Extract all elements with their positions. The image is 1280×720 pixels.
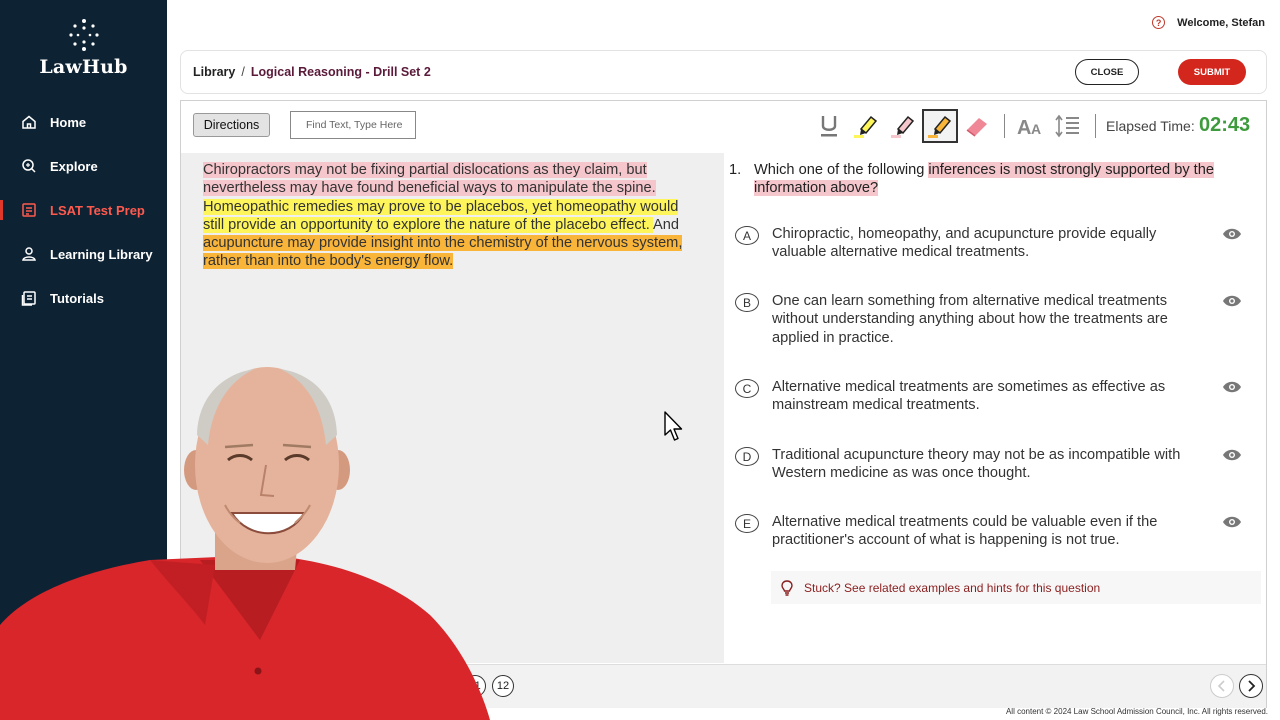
breadcrumb-separator: /	[241, 65, 245, 79]
answer-choice-d[interactable]: D Traditional acupuncture theory may not…	[735, 446, 1255, 483]
sidebar-item-label: Learning Library	[50, 246, 153, 262]
home-icon	[20, 113, 38, 131]
choice-text-a[interactable]: Chiropractic, homeopathy, and acupunctur…	[772, 225, 1202, 262]
question-stem-plain: Which one of the following	[754, 162, 929, 178]
elapsed-time-value: 02:43	[1199, 114, 1251, 136]
lightbulb-icon	[781, 579, 793, 596]
question-stem-text[interactable]: Which one of the following inferences is…	[754, 161, 1249, 198]
library-icon	[20, 245, 38, 263]
choice-text-c[interactable]: Alternative medical treatments are somet…	[772, 378, 1202, 415]
directions-button[interactable]: Directions	[193, 113, 270, 137]
logo-mark-icon	[68, 19, 99, 51]
sidebar-item-learning-library[interactable]: Learning Library	[0, 232, 167, 276]
underline-icon	[821, 116, 837, 137]
passage-plain: And	[653, 216, 679, 233]
svg-text:A: A	[1017, 117, 1031, 139]
sidebar-item-home[interactable]: Home	[0, 100, 167, 144]
eye-icon[interactable]	[1221, 378, 1243, 396]
test-prep-icon	[20, 201, 38, 219]
underline-tool[interactable]	[811, 109, 847, 143]
close-button[interactable]: CLOSE	[1075, 59, 1139, 85]
copyright-footer: All content © 2024 Law School Admission …	[1005, 707, 1268, 716]
choice-letter-d[interactable]: D	[735, 447, 759, 466]
choice-text-b[interactable]: One can learn something from alternative…	[772, 292, 1202, 347]
toolbar: Directions AA	[181, 101, 1266, 151]
mouse-cursor-icon	[664, 411, 683, 441]
welcome-text: Welcome, Stefan	[1177, 16, 1265, 29]
text-size-tool[interactable]: AA	[1013, 109, 1049, 143]
compass-icon	[20, 157, 38, 175]
passage-highlight-orange[interactable]: acupuncture may provide insight into the…	[203, 235, 683, 270]
next-question-button[interactable]	[1239, 674, 1263, 698]
choice-letter-a[interactable]: A	[735, 226, 759, 245]
choice-letter-b[interactable]: B	[735, 293, 759, 312]
header-bar: Library / Logical Reasoning - Drill Set 2 …	[180, 50, 1267, 94]
choice-text-e[interactable]: Alternative medical treatments could be …	[772, 513, 1202, 550]
elapsed-time-label: Elapsed Time:	[1106, 118, 1195, 134]
welcome-area: ? Welcome, Stefan	[1152, 16, 1265, 29]
highlight-yellow-tool[interactable]	[848, 109, 884, 143]
question-bubble-12[interactable]: 12	[492, 675, 514, 697]
eraser-icon	[966, 118, 987, 137]
breadcrumb: Library / Logical Reasoning - Drill Set 2	[193, 65, 431, 79]
breadcrumb-current: Logical Reasoning - Drill Set 2	[250, 65, 431, 79]
lawhub-logo[interactable]: LawHub	[0, 18, 167, 78]
highlight-pink-tool[interactable]	[885, 109, 921, 143]
tutorials-icon	[20, 289, 38, 307]
sidebar-nav: Home Explore LSAT Test Prep Learning Lib…	[0, 100, 167, 320]
eye-icon[interactable]	[1221, 225, 1243, 243]
breadcrumb-library-link[interactable]: Library	[193, 65, 235, 79]
presenter-video	[0, 367, 490, 720]
toolbar-separator	[1095, 114, 1096, 138]
submit-button[interactable]: SUBMIT	[1178, 59, 1246, 85]
passage-highlight-yellow[interactable]: Homeopathic remedies may prove to be pla…	[203, 198, 679, 233]
passage-highlight-pink[interactable]: Chiropractors may not be fixing partial …	[203, 162, 656, 197]
choice-text-d[interactable]: Traditional acupuncture theory may not b…	[772, 446, 1202, 483]
yellow-highlighter-icon	[854, 115, 878, 138]
sidebar-item-lsat-test-prep[interactable]: LSAT Test Prep	[0, 188, 167, 232]
sidebar-item-tutorials[interactable]: Tutorials	[0, 276, 167, 320]
answer-choice-b[interactable]: B One can learn something from alternati…	[735, 292, 1255, 347]
eraser-tool[interactable]	[959, 109, 995, 143]
choice-letter-c[interactable]: C	[735, 379, 759, 398]
sidebar-item-label: Tutorials	[50, 290, 104, 306]
sidebar-item-explore[interactable]: Explore	[0, 144, 167, 188]
chevron-left-icon	[1217, 680, 1225, 692]
eye-icon[interactable]	[1221, 292, 1243, 310]
hint-text: Stuck? See related examples and hints fo…	[804, 580, 1101, 595]
question-pane: 1. Which one of the following inferences…	[725, 153, 1266, 663]
svg-text:A: A	[1031, 121, 1041, 137]
sidebar-item-label: Explore	[50, 158, 98, 174]
eye-icon[interactable]	[1221, 446, 1243, 464]
text-size-icon: AA	[1017, 117, 1041, 139]
annotation-tools: AA	[811, 109, 1104, 143]
orange-highlighter-icon	[928, 115, 952, 138]
sidebar-item-label: LSAT Test Prep	[50, 202, 145, 218]
pink-highlighter-icon	[891, 115, 915, 138]
eye-icon[interactable]	[1221, 513, 1243, 531]
help-icon[interactable]: ?	[1152, 16, 1166, 29]
highlight-orange-tool[interactable]	[922, 109, 958, 143]
find-text-input[interactable]	[290, 111, 416, 139]
sidebar-item-label: Home	[50, 114, 87, 130]
question-stem: 1. Which one of the following inferences…	[729, 161, 1249, 198]
previous-question-button[interactable]	[1210, 674, 1234, 698]
chevron-right-icon	[1248, 680, 1256, 692]
answer-choice-c[interactable]: C Alternative medical treatments are som…	[735, 378, 1255, 415]
question-number: 1.	[729, 162, 742, 178]
line-spacing-tool[interactable]	[1050, 109, 1086, 143]
line-spacing-icon	[1055, 114, 1079, 138]
toolbar-separator	[1004, 114, 1005, 138]
answer-choice-e[interactable]: E Alternative medical treatments could b…	[735, 513, 1255, 550]
webcam-overlay	[0, 355, 490, 720]
passage-text[interactable]: Chiropractors may not be fixing partial …	[203, 161, 703, 271]
brand-name: LawHub	[39, 56, 128, 78]
answer-choice-a[interactable]: A Chiropractic, homeopathy, and acupunct…	[735, 225, 1255, 262]
hint-link[interactable]: Stuck? See related examples and hints fo…	[771, 571, 1261, 604]
choice-letter-e[interactable]: E	[735, 514, 759, 533]
